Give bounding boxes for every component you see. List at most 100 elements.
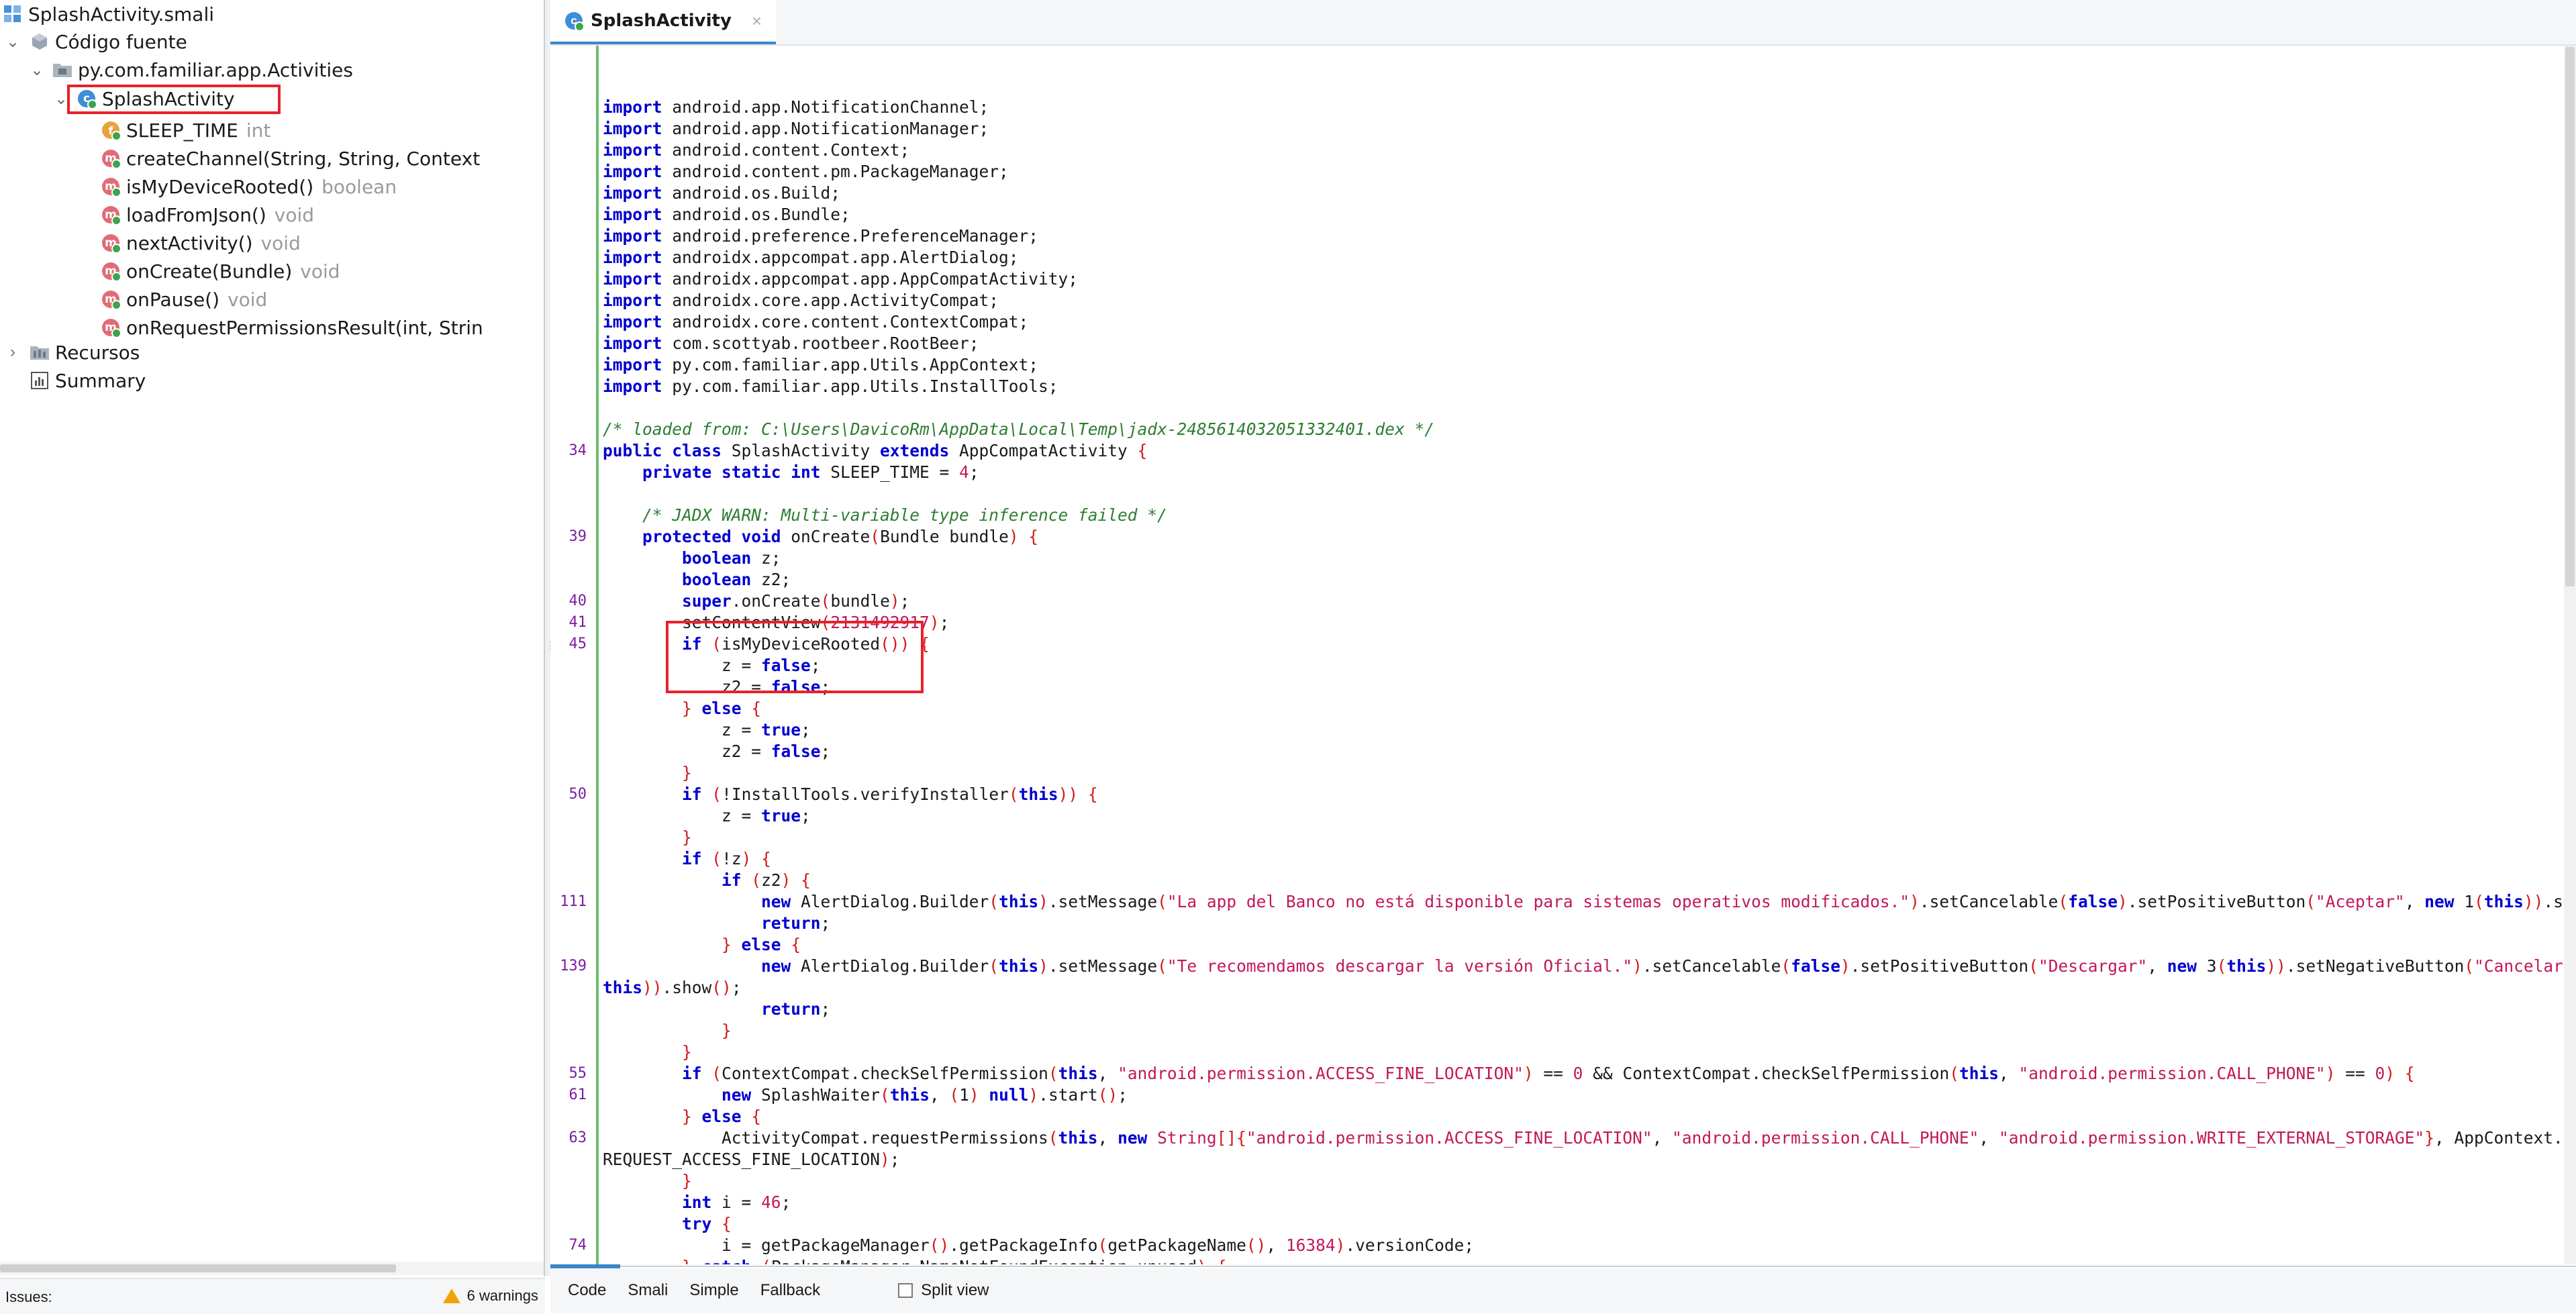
line-number [550, 1170, 587, 1192]
member-name: onPause() [126, 288, 220, 311]
tab-simple[interactable]: Simple [689, 1281, 738, 1300]
tree-member-row[interactable]: f SLEEP_TIME int [101, 116, 270, 144]
tree-member-row[interactable]: m isMyDeviceRooted() boolean [101, 172, 397, 201]
line-number [550, 376, 587, 397]
code-text: i = getPackageManager().getPackageInfo(g… [603, 1235, 1475, 1255]
line-number [550, 741, 587, 762]
code-text: z = true; [603, 806, 811, 825]
line-number [550, 311, 587, 333]
code-text: } else { [682, 1107, 762, 1126]
code-text: super.onCreate(bundle); [682, 591, 910, 611]
code-text: import androidx.appcompat.app.AppCompatA… [603, 269, 1079, 289]
tree-item-class-label: SplashActivity [102, 87, 235, 110]
code-text: } [682, 827, 692, 847]
code-text: if (!z) { [682, 849, 771, 868]
line-number [550, 913, 587, 934]
smali-file-icon [3, 4, 23, 24]
line-number: 50 [568, 786, 587, 803]
tab-splashactivity[interactable]: c SplashActivity × [550, 0, 776, 44]
tree-member-row[interactable]: m nextActivity() void [101, 229, 301, 257]
tree-item-source-code[interactable]: Código fuente [30, 28, 187, 56]
line-number: 111 [560, 893, 587, 910]
tree-scrollbar-thumb[interactable] [0, 1264, 396, 1272]
line-number [550, 1106, 587, 1127]
code-text: } [682, 1171, 692, 1191]
panel-splitter[interactable] [545, 0, 550, 1276]
line-number [550, 1213, 587, 1235]
code-text: ActivityCompat.requestPermissions(this, … [603, 1128, 2563, 1148]
line-number [550, 204, 587, 225]
line-number: 63 [568, 1129, 587, 1146]
tree-member-row[interactable]: m createChannel(String, String, Context [101, 144, 488, 172]
tree-root-smali-file[interactable]: SplashActivity.smali [3, 0, 214, 28]
code-editor[interactable]: import android.app.NotificationChannel; i… [550, 46, 2564, 1264]
tree-horizontal-scrollbar[interactable] [0, 1262, 544, 1275]
line-number [550, 290, 587, 311]
member-type: void [228, 288, 268, 311]
line-number [550, 999, 587, 1020]
code-text: return; [761, 913, 831, 933]
divider [620, 1266, 2576, 1267]
tab-smali[interactable]: Smali [628, 1281, 668, 1300]
tree-item-source-code-label: Código fuente [55, 30, 187, 53]
warning-icon [442, 1288, 460, 1303]
class-icon: c [77, 89, 97, 109]
tree-item-resources-label: Recursos [55, 341, 140, 364]
code-text: this)).show(); [603, 978, 742, 997]
tree-item-package[interactable]: py.com.familiar.app.Activities [52, 56, 353, 84]
code-text: /* JADX WARN: Multi-variable type infere… [642, 505, 1167, 525]
code-text: import androidx.core.content.ContextComp… [603, 312, 1029, 332]
splitter-grip-icon[interactable]: ⋮ [545, 641, 556, 663]
method-icon: m [101, 205, 121, 225]
code-text: import android.preference.PreferenceMana… [603, 226, 1039, 246]
line-number [550, 333, 587, 354]
line-number: 55 [568, 1065, 587, 1082]
view-mode-tabs: Code Smali Simple Fallback Split view [550, 1268, 2576, 1313]
line-number: 41 [568, 614, 587, 631]
tree-item-summary[interactable]: Summary [30, 366, 146, 395]
code-text: z = false; [603, 656, 821, 675]
line-number: 39 [568, 528, 587, 545]
issues-label: Issues: [5, 1288, 52, 1305]
tree-member-row[interactable]: m loadFromJson() void [101, 201, 314, 229]
member-type: void [274, 203, 315, 226]
package-expand-icon[interactable]: ⌄ [27, 56, 47, 84]
line-number: 61 [568, 1086, 587, 1103]
line-number [550, 462, 587, 483]
code-text: public class SplashActivity extends AppC… [603, 441, 1148, 460]
resources-expand-icon[interactable]: › [3, 338, 23, 366]
tree-member-row[interactable]: m onPause() void [101, 285, 267, 313]
tab-code[interactable]: Code [568, 1281, 606, 1300]
source-code-expand-icon[interactable]: ⌄ [3, 28, 23, 56]
line-number: 45 [568, 636, 587, 652]
member-type: void [300, 260, 340, 283]
line-number [550, 870, 587, 891]
code-text: private static int SLEEP_TIME = 4; [642, 462, 979, 482]
member-name: SLEEP_TIME [126, 119, 238, 142]
line-number [550, 762, 587, 784]
tree-item-resources[interactable]: Recursos [30, 338, 140, 366]
line-number [550, 1149, 587, 1170]
member-name: onRequestPermissionsResult(int, Strin [126, 316, 483, 339]
member-name: createChannel(String, String, Context [126, 147, 481, 170]
tab-fallback[interactable]: Fallback [760, 1281, 820, 1300]
tree-member-row[interactable]: m onRequestPermissionsResult(int, Strin [101, 313, 491, 342]
code-text: try { [682, 1214, 732, 1233]
class-expand-icon[interactable]: ⌄ [51, 85, 71, 113]
warnings-indicator[interactable]: 6 warnings [442, 1287, 538, 1305]
editor-scrollbar-thumb[interactable] [2565, 47, 2575, 587]
tab-label: SplashActivity [591, 11, 732, 31]
close-icon[interactable]: × [752, 11, 762, 32]
line-number [550, 805, 587, 827]
split-view-checkbox[interactable] [898, 1283, 913, 1298]
line-number [550, 548, 587, 569]
code-text: import android.app.NotificationManager; [603, 119, 989, 138]
tree-member-row[interactable]: m onCreate(Bundle) void [101, 257, 340, 285]
line-number [550, 827, 587, 848]
tree-item-class-selected[interactable]: c SplashActivity [77, 85, 235, 113]
split-view-toggle[interactable]: Split view [898, 1281, 989, 1300]
member-name: nextActivity() [126, 232, 253, 254]
line-number: 139 [560, 958, 587, 974]
class-icon: c [565, 12, 585, 32]
code-text: return; [761, 999, 831, 1019]
